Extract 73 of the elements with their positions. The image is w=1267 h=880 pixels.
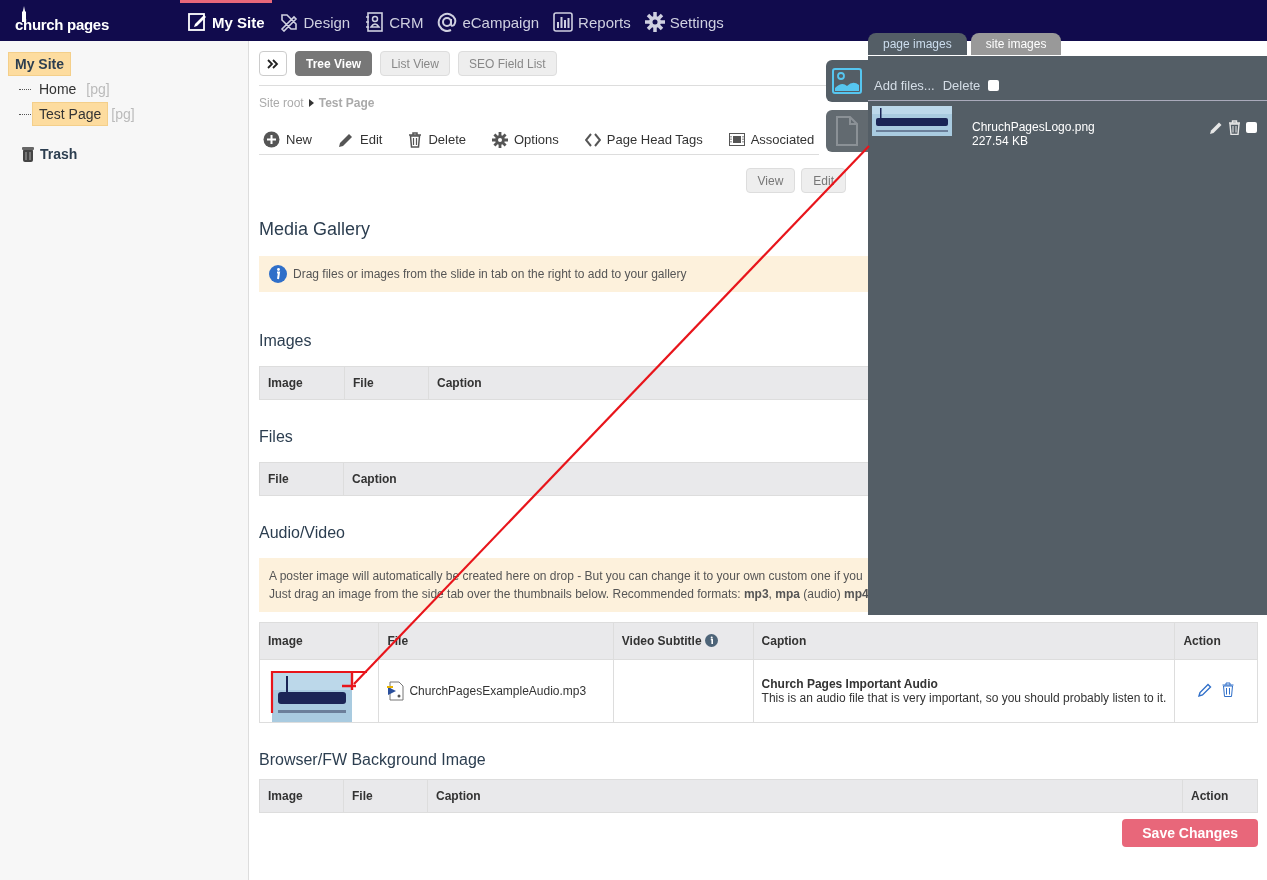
toolbar-action[interactable]: Options [492,131,559,148]
column-header: Video Subtitle [613,622,754,660]
nav-tab[interactable]: Reports [546,0,638,41]
checkbox[interactable] [988,79,1000,91]
nav-tab[interactable]: CRM [357,0,431,41]
file-name: ChruchPagesLogo.png [972,120,1095,134]
section-title: Browser/FW Background Image [259,751,487,769]
code-brackets-icon [584,132,601,147]
toolbar-action[interactable]: New [263,131,312,148]
at-sign-icon [437,12,458,32]
brand-logo[interactable]: church pages [15,16,109,33]
trash-icon[interactable] [1228,120,1241,135]
column-header: Action [1174,622,1258,660]
tree-item[interactable]: Test Page [32,102,109,126]
checkbox[interactable] [1246,122,1257,133]
file-name: ChurchPagesExampleAudio.mp3 [409,684,587,698]
column-header: File [343,779,428,813]
page-type-tag: [pg] [86,81,110,97]
toolbar-action[interactable]: Edit [338,131,383,148]
gallery-title: Media Gallery [259,219,372,240]
column-header: Action [1182,779,1258,813]
double-chevron-icon [267,58,279,69]
section-title: Files [259,428,294,446]
tree-item[interactable]: My Site [8,52,71,76]
column-header: Image [259,779,344,813]
pencil-icon [338,131,354,148]
pencil-icon[interactable] [1209,120,1223,135]
gear-icon [492,131,508,148]
info-icon [269,265,287,283]
document-icon [835,116,859,146]
view-tab[interactable]: Tree View [295,51,373,76]
tree-item[interactable]: Home [32,77,84,101]
bar-chart-icon [553,12,574,32]
column-header: Image [259,622,379,660]
delete-link[interactable]: Delete [942,77,981,93]
info-text: Drag files or images from the slide in tab on the right to add to your gallery [293,267,687,281]
side-tab[interactable] [826,60,868,102]
caption-text: This is an audio file that is very important, so you should probably listen to it. [761,691,1167,705]
audio-file-icon [387,681,406,701]
section-title: Audio/Video [259,524,346,542]
file-size: 227.54 KB [972,134,1030,148]
settings-icon [644,12,665,32]
plus-icon [263,131,280,148]
toolbar-action[interactable]: Delete [408,131,466,148]
column-header: Image [259,366,345,400]
pencil-icon[interactable] [1198,683,1213,697]
toolbar-action[interactable]: Associated [728,132,815,147]
toolbar-action[interactable]: Page Head Tags [584,132,703,147]
expand-button[interactable] [259,51,287,76]
caption-title: Church Pages Important Audio [761,677,939,691]
panel-tab[interactable]: page images [868,33,967,55]
pencil-ruler-icon [278,12,299,32]
trash-link[interactable]: Trash [40,146,78,162]
nav-tab[interactable]: eCampaign [430,0,547,41]
trash-can-icon [22,146,34,162]
film-strip-icon [728,133,745,146]
column-header: File [259,462,344,496]
trash-icon[interactable] [1222,682,1235,697]
nav-tab[interactable]: Settings [637,0,731,41]
image-icon [832,68,862,94]
column-header: Caption [427,779,1183,813]
trash-icon [408,131,423,148]
column-header: Caption [753,622,1175,660]
page-button[interactable]: Edit [801,168,846,193]
page-type-tag: [pg] [111,106,135,122]
page-edit-icon [187,12,207,32]
add-files-link[interactable]: Add files... [874,77,935,93]
contacts-icon [364,12,385,32]
column-header: File [344,366,429,400]
page-button[interactable]: View [745,168,796,193]
nav-tab[interactable]: Design [271,0,358,41]
section-title: Images [259,332,313,350]
caret-icon [308,99,314,107]
